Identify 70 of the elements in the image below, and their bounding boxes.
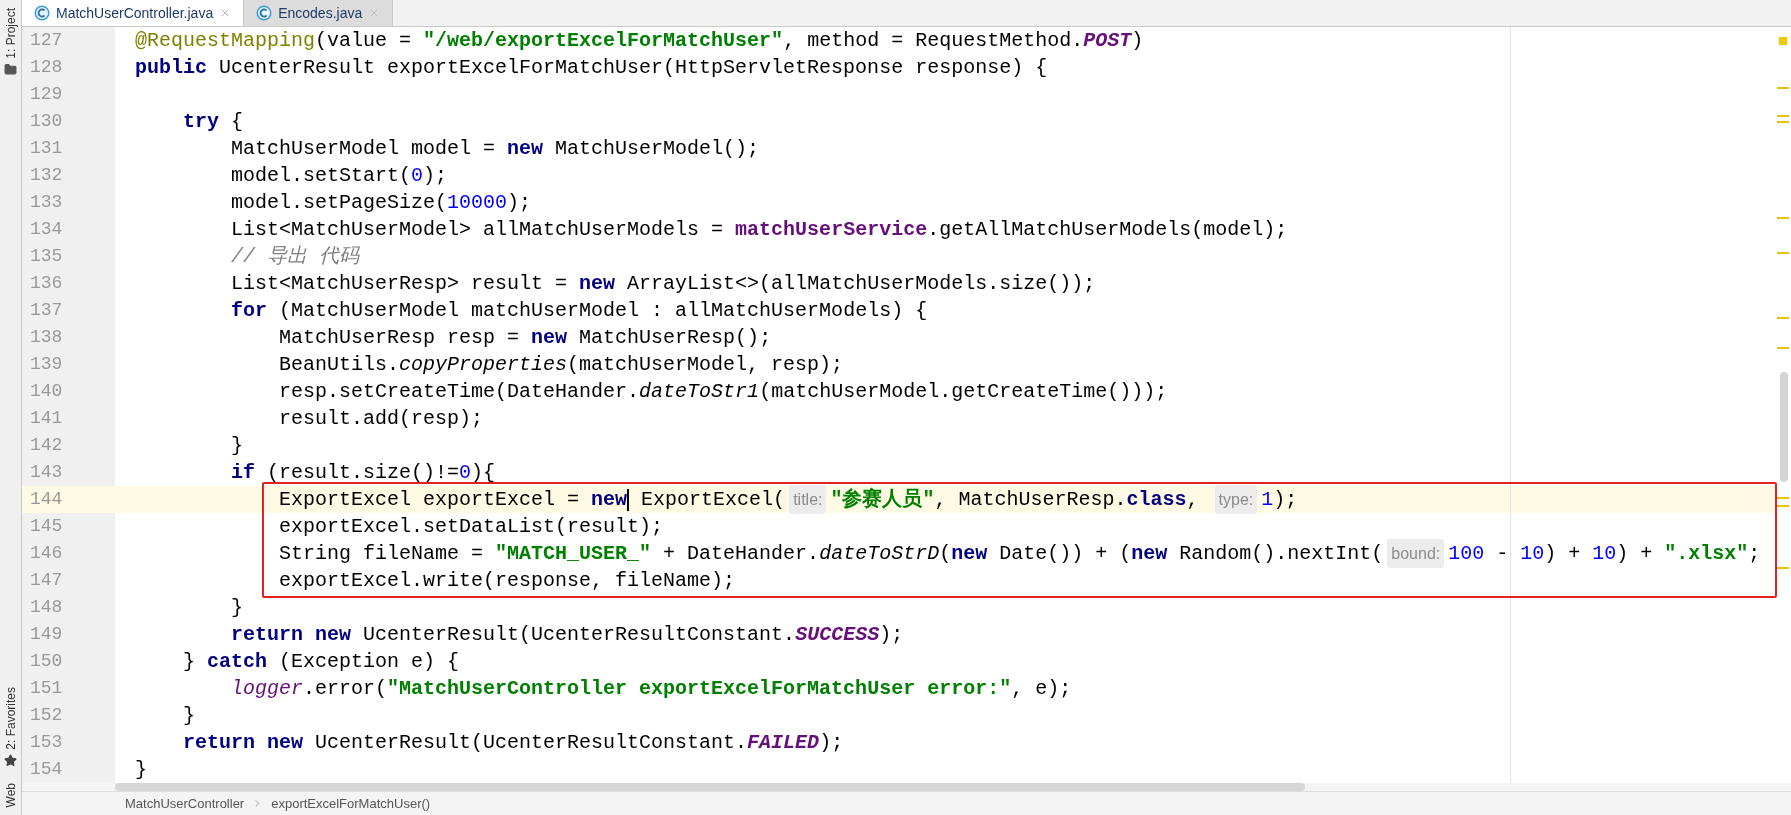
line-number: 138 — [30, 326, 63, 349]
line-number: 153 — [30, 731, 63, 754]
code-line: } catch (Exception e) { — [182, 649, 461, 675]
code-line: List<MatchUserResp> result = new ArrayList<>(allMatchUserModels.size()); — [230, 271, 1097, 297]
tab-title: MatchUserController.java — [56, 3, 214, 23]
code-line: exportExcel.setDataList(result); — [278, 514, 665, 540]
folder-icon — [4, 62, 17, 76]
line-number: 154 — [30, 758, 63, 781]
class-file-icon — [34, 5, 50, 21]
tab-title: Encodes.java — [278, 3, 363, 23]
line-number: 151 — [30, 677, 63, 700]
code-line: model.setPageSize(10000); — [230, 190, 533, 216]
line-number: 149 — [30, 623, 63, 646]
code-line: } — [134, 757, 148, 783]
code-line: } — [182, 703, 196, 729]
line-number: 144 — [30, 488, 63, 511]
tool-window-label[interactable]: 1: Project — [1, 8, 20, 59]
code-line: exportExcel.write(response, fileName); — [278, 568, 737, 594]
line-number: 146 — [30, 542, 63, 565]
line-number: 129 — [30, 83, 63, 106]
class-file-icon — [256, 5, 273, 21]
star-icon — [4, 753, 17, 767]
warning-marker[interactable] — [1779, 37, 1787, 45]
tool-window-label[interactable]: 2: Favorites — [1, 686, 20, 750]
line-number: 133 — [30, 191, 63, 214]
line-number: 139 — [30, 353, 63, 376]
line-number: 128 — [30, 56, 63, 79]
line-number: 147 — [30, 569, 63, 592]
editor-tab[interactable]: MatchUserController.java — [22, 0, 245, 26]
code-line: } — [230, 595, 245, 621]
code-line: for (MatchUserModel matchUserModel : allMatchUserModels) { — [230, 298, 929, 324]
code-line: if (result.size()!=0){ — [230, 460, 497, 486]
line-number: 141 — [30, 407, 63, 430]
code-line: try { — [182, 109, 245, 135]
code-line: MatchUserResp resp = new MatchUserResp(); — [278, 325, 773, 351]
breadcrumb-item[interactable]: exportExcelForMatchUser() — [271, 793, 431, 814]
code-line: List<MatchUserModel> allMatchUserModels = matchUserService.getAllMatchUserModels(model); — [230, 217, 1289, 243]
line-number: 127 — [30, 29, 63, 52]
editor-tab[interactable]: Encodes.java — [244, 0, 394, 26]
line-number: 130 — [30, 110, 63, 133]
code-line: return new UcenterResult(UcenterResultConstant.FAILED); — [182, 730, 845, 756]
horizontal-scrollbar-thumb[interactable] — [115, 783, 1305, 791]
line-number: 148 — [30, 596, 63, 619]
line-number: 140 — [30, 380, 63, 403]
line-number: 137 — [30, 299, 63, 322]
vertical-scrollbar-thumb[interactable] — [1780, 372, 1788, 482]
line-number: 131 — [30, 137, 63, 160]
tool-window-label[interactable]: Web — [1, 782, 20, 807]
line-number: 136 — [30, 272, 63, 295]
code-line: public UcenterResult exportExcelForMatchUser(HttpServletResponse response) { — [134, 55, 1049, 81]
line-number: 145 — [30, 515, 63, 538]
code-line: result.add(resp); — [278, 406, 485, 432]
line-number: 143 — [30, 461, 63, 484]
line-number: 132 — [30, 164, 63, 187]
code-line: @RequestMapping(value = "/web/exportExcelForMatchUser", method = RequestMethod.POST) — [134, 28, 1145, 54]
line-number: 134 — [30, 218, 63, 241]
code-line: } — [230, 433, 245, 459]
line-number: 150 — [30, 650, 63, 673]
line-number: 135 — [30, 245, 63, 268]
code-line: resp.setCreateTime(DateHander.dateToStr1(matchUserModel.getCreateTime())); — [278, 379, 1169, 405]
code-line: MatchUserModel model = new MatchUserModel(); — [230, 136, 761, 162]
line-number: 152 — [30, 704, 63, 727]
code-line: // 导出 代码 — [230, 244, 361, 270]
breadcrumb-item[interactable]: MatchUserController — [125, 793, 245, 814]
code-line: return new UcenterResult(UcenterResultConstant.SUCCESS); — [230, 622, 905, 648]
line-number: 142 — [30, 434, 63, 457]
code-line: BeanUtils.copyProperties(matchUserModel, resp); — [278, 352, 845, 378]
code-line: logger.error("MatchUserController exportExcelForMatchUser error:", e); — [230, 676, 1073, 702]
code-line: String fileName = "MATCH_USER_" + DateHander.dateToStrD(new Date()) + (new Random().nextInt( bound: 100 - 10) + 10) + ".xlsx"; — [115, 540, 1777, 567]
code-line: model.setStart(0); — [230, 163, 449, 189]
